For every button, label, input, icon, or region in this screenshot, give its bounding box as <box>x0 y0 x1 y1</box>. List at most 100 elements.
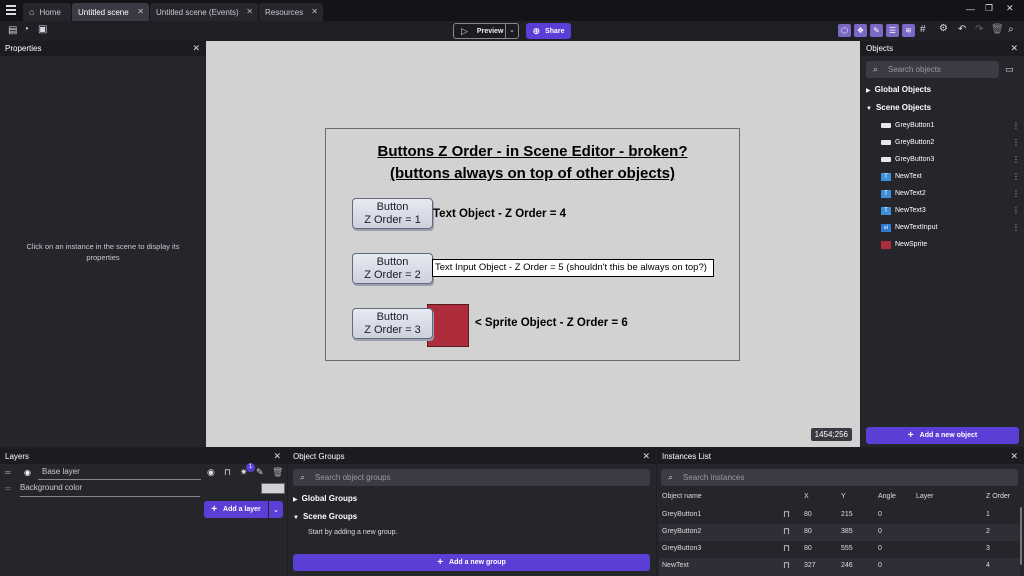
object-item[interactable]: GreyButton2 ⋮ <box>881 134 1021 151</box>
more-icon[interactable]: ⋮ <box>1012 206 1020 215</box>
object-item[interactable]: GreyButton3 ⋮ <box>881 151 1021 168</box>
base-layer-name[interactable]: Base layer <box>38 467 201 480</box>
more-icon[interactable]: ⋮ <box>1012 189 1020 198</box>
close-window-icon[interactable]: ✕ <box>1006 3 1014 14</box>
cell-y: 555 <box>841 545 853 552</box>
cell-angle: 0 <box>878 528 882 535</box>
object-item[interactable]: GreyButton1 ⋮ <box>881 117 1021 134</box>
grey-button-1[interactable]: Button Z Order = 1 <box>352 198 433 229</box>
more-icon[interactable]: ⋮ <box>1012 223 1020 232</box>
object-item[interactable]: T NewText2 ⋮ <box>881 185 1021 202</box>
more-icon[interactable]: ⋮ <box>1012 155 1020 164</box>
cursor-coordinates: 1454;256 <box>810 428 852 441</box>
column-header-x[interactable]: X <box>804 493 809 500</box>
scene-title-line2[interactable]: (buttons always on top of other objects) <box>326 165 739 182</box>
scene-objects-folder[interactable]: ▼ Scene Objects <box>866 103 931 112</box>
restore-icon[interactable]: ❐ <box>985 3 993 14</box>
close-icon[interactable]: ✕ <box>192 41 200 56</box>
more-icon[interactable]: ⋮ <box>1012 121 1020 130</box>
object-item[interactable]: T NewText ⋮ <box>881 168 1021 185</box>
column-header-y[interactable]: Y <box>841 493 846 500</box>
search-objects-input[interactable]: ⌕ Search objects <box>866 61 999 78</box>
grid-icon[interactable]: # <box>920 25 926 35</box>
panel-title: Object Groups <box>293 452 345 461</box>
object-item[interactable]: T NewText3 ⋮ <box>881 202 1021 219</box>
share-button[interactable]: ⊕ Share <box>526 23 571 39</box>
settings-icon[interactable]: ⚙ <box>939 24 948 34</box>
edit-icon[interactable]: ✎ <box>256 467 264 478</box>
button-icon <box>881 140 891 145</box>
tab-untitled-scene[interactable]: Untitled scene ✕ <box>72 3 149 21</box>
search-groups-input[interactable]: ⌕ Search object groups <box>293 469 650 486</box>
lock-icon[interactable]: ⊓ <box>783 543 790 554</box>
tab-home[interactable]: ⌂ Home <box>23 3 71 21</box>
object-groups-toggle-icon[interactable]: ❖ <box>854 24 867 37</box>
add-group-button[interactable]: + Add a new group <box>293 554 650 571</box>
scene-canvas[interactable]: Buttons Z Order - in Scene Editor - brok… <box>206 41 860 447</box>
chevron-down-icon[interactable]: ⌄ <box>505 24 518 38</box>
close-icon[interactable]: ✕ <box>137 7 144 16</box>
tab-scene-events[interactable]: Untitled scene (Events) ✕ <box>150 3 258 21</box>
scene-groups-folder[interactable]: ▼ Scene Groups <box>293 512 357 521</box>
sprite-object[interactable] <box>427 304 469 347</box>
lock-icon[interactable]: ⊓ <box>224 467 231 478</box>
drag-handle-icon[interactable]: ═ <box>5 468 11 477</box>
table-row[interactable]: GreyButton2 ⊓ 80 385 0 2 <box>659 524 1020 541</box>
lock-icon[interactable]: ⊓ <box>783 560 790 571</box>
column-header-z-order[interactable]: Z Order <box>986 493 1010 500</box>
tab-resources[interactable]: Resources ✕ <box>259 3 323 21</box>
button-line2: Z Order = 3 <box>364 324 421 336</box>
text-input-object[interactable]: Text Input Object - Z Order = 5 (shouldn… <box>432 259 714 277</box>
column-header-name[interactable]: Object name <box>662 493 702 500</box>
close-icon[interactable]: ✕ <box>246 7 253 16</box>
grey-button-3[interactable]: Button Z Order = 3 <box>352 308 433 339</box>
add-layer-dropdown[interactable]: ⌄ <box>269 501 283 518</box>
redo-icon[interactable]: ↷ <box>975 25 983 35</box>
table-row[interactable]: GreyButton1 ⊓ 80 215 0 1 <box>659 507 1020 524</box>
object-item[interactable]: aI NewTextInput ⋮ <box>881 219 1021 236</box>
scene-title-line1[interactable]: Buttons Z Order - in Scene Editor - brok… <box>326 143 739 160</box>
column-header-layer[interactable]: Layer <box>916 493 934 500</box>
delete-icon[interactable]: 🗑 <box>272 467 283 478</box>
object-item[interactable]: NewSprite <box>881 236 1021 253</box>
preview-button[interactable]: ▷ Preview ⌄ <box>453 23 519 39</box>
minimize-icon[interactable]: — <box>966 4 975 14</box>
folder-add-icon[interactable]: ▭ <box>1005 64 1014 75</box>
close-icon[interactable]: ✕ <box>642 449 650 464</box>
close-icon[interactable]: ✕ <box>311 7 318 16</box>
close-icon[interactable]: ✕ <box>273 449 281 464</box>
search-icon: ⌕ <box>300 472 306 482</box>
sprite-label-text[interactable]: < Sprite Object - Z Order = 6 <box>475 317 628 329</box>
column-header-angle[interactable]: Angle <box>878 493 896 500</box>
instances-list-toggle-icon[interactable]: ☰ <box>886 24 899 37</box>
objects-panel-toggle-icon[interactable]: ⬡ <box>838 24 851 37</box>
text-input-icon: aI <box>881 223 891 232</box>
lock-icon[interactable]: ⊓ <box>783 526 790 537</box>
more-icon[interactable]: ⋮ <box>1012 172 1020 181</box>
save-icon[interactable]: ▣ <box>38 25 47 35</box>
undo-icon[interactable]: ↶ <box>958 25 966 35</box>
global-groups-folder[interactable]: ▶ Global Groups <box>293 494 357 503</box>
more-icon[interactable]: ⋮ <box>1012 138 1020 147</box>
add-layer-button[interactable]: + Add a layer <box>204 501 268 518</box>
grey-button-2[interactable]: Button Z Order = 2 <box>352 253 433 284</box>
text-object[interactable]: Text Object - Z Order = 4 <box>433 208 566 220</box>
lock-icon[interactable]: ⊓ <box>783 509 790 520</box>
menu-icon[interactable] <box>6 5 16 15</box>
global-objects-folder[interactable]: ▶ Global Objects <box>866 85 931 94</box>
background-color-swatch[interactable] <box>261 483 285 494</box>
debug-icon[interactable]: ◔ <box>23 25 29 35</box>
visibility-icon[interactable]: ◉ <box>207 467 215 478</box>
add-object-button[interactable]: + Add a new object <box>866 427 1019 444</box>
search-instances-input[interactable]: ⌕ Search instances <box>661 469 1018 486</box>
close-icon[interactable]: ✕ <box>1010 449 1018 464</box>
project-manager-icon[interactable]: ▤ <box>8 26 17 36</box>
layers-toggle-icon[interactable]: ≋ <box>902 24 915 37</box>
delete-icon[interactable]: 🗑 <box>991 25 1004 35</box>
table-row[interactable]: NewText ⊓ 327 246 0 4 <box>659 558 1020 576</box>
close-icon[interactable]: ✕ <box>1010 41 1018 56</box>
zoom-icon[interactable]: ⌕ <box>1008 25 1014 35</box>
properties-toggle-icon[interactable]: ✎ <box>870 24 883 37</box>
radio-selected-icon[interactable]: ◉ <box>24 468 31 477</box>
table-row[interactable]: GreyButton3 ⊓ 80 555 0 3 <box>659 541 1020 558</box>
